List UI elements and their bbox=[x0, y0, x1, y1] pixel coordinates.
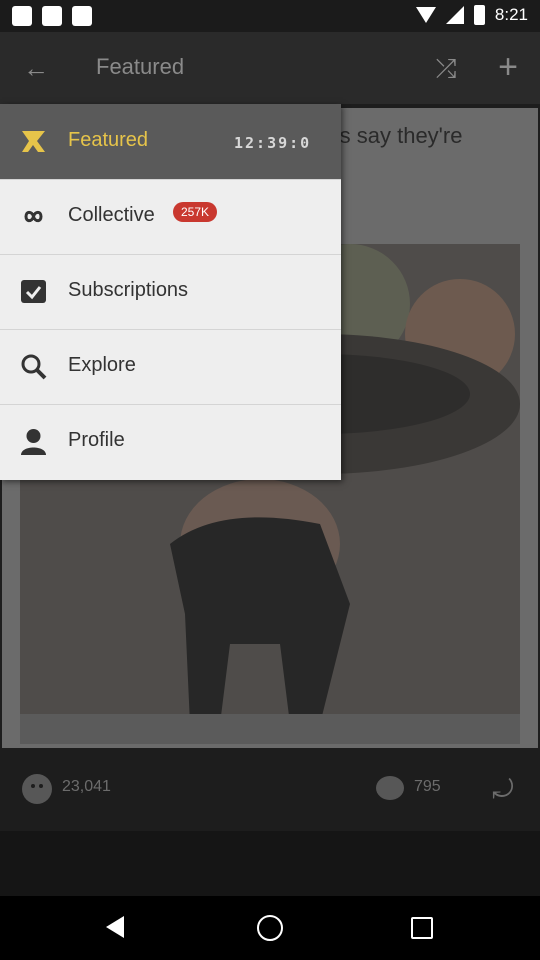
nav-recents-icon[interactable] bbox=[411, 917, 433, 939]
checkbox-icon bbox=[19, 277, 48, 306]
divider bbox=[0, 329, 341, 330]
system-nav-bar bbox=[0, 896, 540, 960]
share-button[interactable]: ⤾ bbox=[488, 774, 518, 804]
divider bbox=[0, 404, 341, 405]
drawer-item-label: Profile bbox=[68, 429, 125, 451]
count-badge: 257K bbox=[173, 202, 218, 222]
drawer-item-label: Featured bbox=[68, 129, 149, 151]
drawer-item-collective[interactable]: Collective 257K bbox=[0, 179, 341, 254]
navigation-drawer: Featured 12:39:0 Collective 257K Subscri… bbox=[0, 104, 341, 480]
like-count: 23,041 bbox=[62, 778, 111, 795]
back-button[interactable]: ← bbox=[18, 52, 54, 84]
bottom-spacer bbox=[0, 831, 540, 896]
featured-icon bbox=[19, 127, 48, 156]
drawer-item-subscriptions[interactable]: Subscriptions bbox=[0, 254, 341, 329]
countdown-timer: 12:39:0 bbox=[234, 134, 312, 152]
status-bar: 8:21 bbox=[0, 0, 540, 32]
drawer-item-label: Subscriptions bbox=[68, 279, 189, 301]
smile-icon[interactable] bbox=[22, 774, 52, 804]
wifi-icon bbox=[415, 7, 436, 23]
notification-icon bbox=[72, 6, 92, 26]
drawer-item-featured[interactable]: Featured 12:39:0 bbox=[0, 104, 341, 179]
search-icon bbox=[19, 352, 48, 381]
signal-icon bbox=[445, 6, 464, 24]
shuffle-button[interactable]: ⤮ bbox=[428, 50, 464, 86]
arrow-left-icon: ← bbox=[23, 53, 49, 83]
nav-home-icon[interactable] bbox=[257, 915, 283, 941]
nav-back-icon[interactable] bbox=[106, 916, 124, 938]
comment-icon[interactable] bbox=[376, 776, 404, 800]
drawer-item-explore[interactable]: Explore bbox=[0, 329, 341, 404]
infinity-icon bbox=[19, 202, 48, 231]
drawer-item-profile[interactable]: Profile bbox=[0, 404, 341, 479]
page-title: Featured bbox=[96, 54, 185, 79]
shuffle-icon: ⤮ bbox=[435, 53, 457, 83]
comment-count: 795 bbox=[414, 778, 441, 795]
battery-icon bbox=[473, 5, 485, 25]
post-footer: 23,041 795 ⤾ bbox=[0, 754, 540, 829]
app-bar: ← Featured ⤮ + bbox=[0, 32, 540, 104]
person-icon bbox=[19, 427, 48, 456]
divider bbox=[0, 254, 341, 255]
notification-icon bbox=[42, 6, 62, 26]
notification-icon bbox=[12, 6, 32, 26]
drawer-item-label: Collective bbox=[68, 204, 155, 226]
plus-icon: + bbox=[498, 48, 518, 86]
divider bbox=[0, 179, 341, 180]
add-button[interactable]: + bbox=[490, 50, 526, 86]
drawer-item-label: Explore bbox=[68, 354, 136, 376]
share-icon: ⤾ bbox=[492, 774, 514, 804]
status-time: 8:21 bbox=[494, 5, 528, 24]
